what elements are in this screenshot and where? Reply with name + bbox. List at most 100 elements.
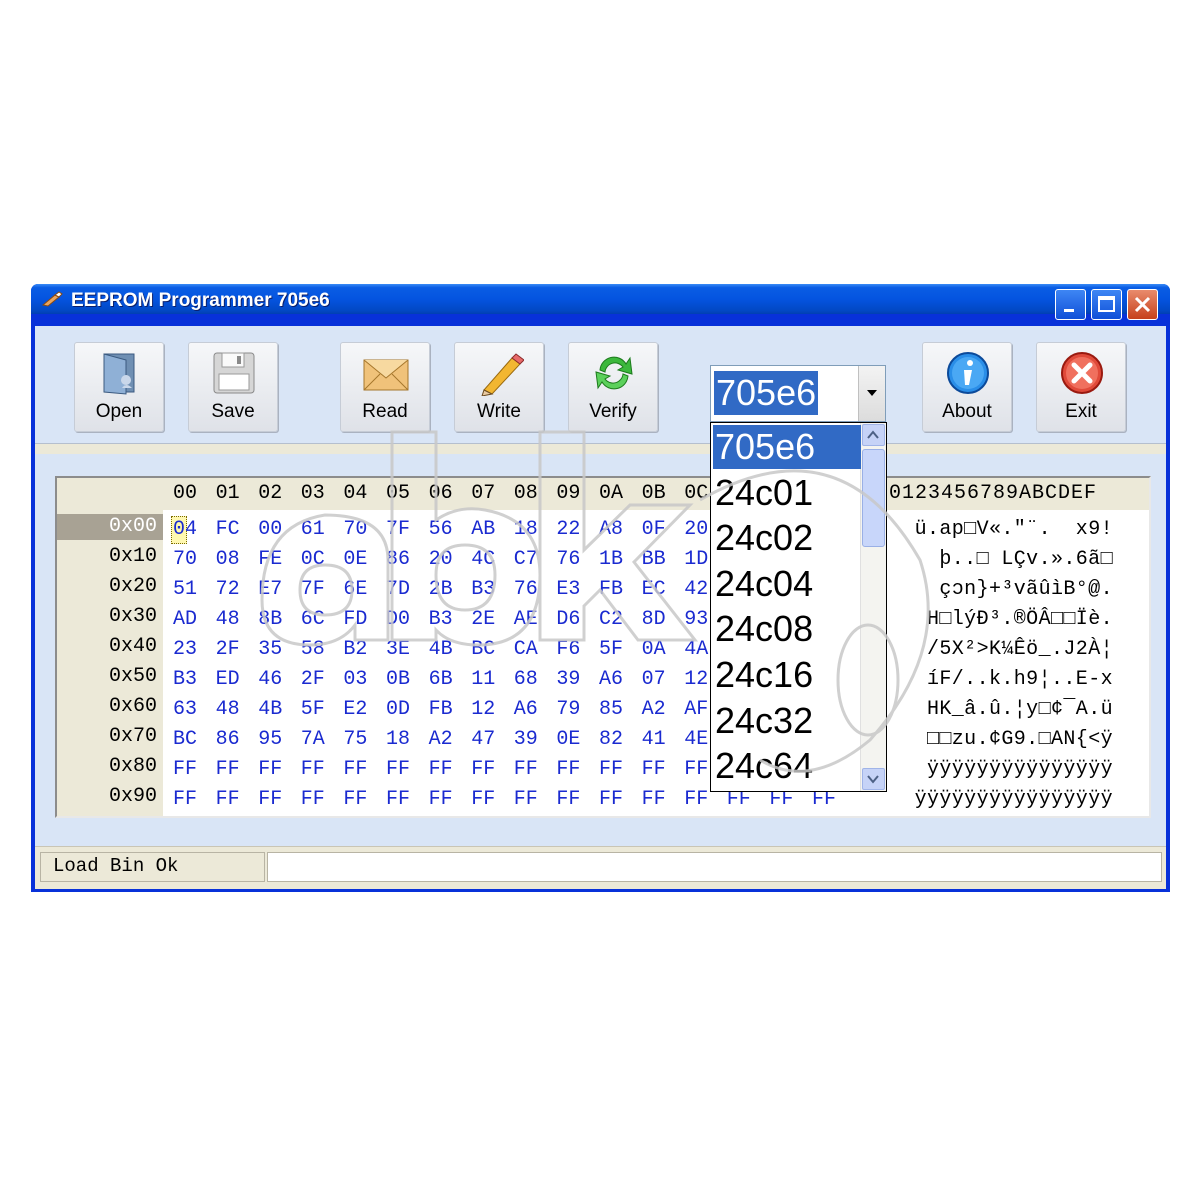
hex-byte-cell[interactable]: CA (514, 638, 538, 661)
hex-byte-cell[interactable]: ED (216, 668, 240, 691)
hex-byte-cell[interactable]: 22 (556, 518, 580, 541)
hex-byte-cell[interactable]: 2F (301, 668, 325, 691)
hex-byte-cell[interactable]: 56 (429, 518, 453, 541)
hex-editor-grid[interactable]: 0123456789ABCDEF 00 01 02 03 04 05 06 07 08 09 0A 0… (55, 476, 1151, 818)
hex-byte-cell[interactable]: 20 (684, 518, 708, 541)
hex-byte-cell[interactable]: 7F (301, 578, 325, 601)
hex-byte-cell[interactable]: 4B (429, 638, 453, 661)
scrollbar-thumb[interactable] (862, 449, 885, 547)
write-button[interactable]: Write (454, 342, 544, 432)
hex-byte-cell[interactable]: 0F (642, 518, 666, 541)
hex-byte-cell[interactable]: FF (429, 758, 453, 781)
hex-byte-cell[interactable]: 4E (684, 728, 708, 751)
maximize-button[interactable] (1091, 289, 1122, 320)
hex-byte-cell[interactable]: 61 (301, 518, 325, 541)
dropdown-scrollbar[interactable] (860, 423, 886, 791)
hex-byte-cell[interactable]: 86 (216, 728, 240, 751)
hex-byte-cell[interactable]: 76 (556, 548, 580, 571)
hex-byte-cell[interactable]: A8 (599, 518, 623, 541)
hex-byte-cell[interactable]: C2 (599, 608, 623, 631)
hex-byte-cell[interactable]: 35 (258, 638, 282, 661)
hex-byte-cell[interactable]: 12 (684, 668, 708, 691)
hex-byte-cell[interactable]: 4C (471, 548, 495, 571)
hex-byte-cell[interactable]: 4B (258, 698, 282, 721)
hex-byte-cell[interactable]: A6 (599, 668, 623, 691)
hex-byte-cell[interactable]: AE (514, 608, 538, 631)
hex-byte-cell[interactable]: FF (599, 788, 623, 811)
hex-byte-cell[interactable]: 6E (343, 578, 367, 601)
chip-type-combobox[interactable]: 705e6 (710, 365, 886, 422)
hex-byte-cell[interactable]: 51 (173, 578, 197, 601)
hex-byte-cell[interactable]: 95 (258, 728, 282, 751)
hex-byte-cell[interactable]: 2E (471, 608, 495, 631)
hex-byte-cell[interactable]: FF (386, 788, 410, 811)
hex-byte-cell[interactable]: FB (599, 578, 623, 601)
hex-byte-cell[interactable]: FF (684, 788, 708, 811)
dropdown-option[interactable]: 24c64 (713, 744, 861, 788)
hex-byte-cell[interactable]: FC (216, 518, 240, 541)
hex-byte-cell[interactable]: A2 (642, 698, 666, 721)
hex-byte-cell[interactable]: AD (173, 608, 197, 631)
hex-byte-cell[interactable]: E7 (258, 578, 282, 601)
hex-byte-cell[interactable]: 82 (599, 728, 623, 751)
hex-byte-cell[interactable]: 63 (173, 698, 197, 721)
hex-byte-cell[interactable]: 0D (386, 698, 410, 721)
hex-byte-cell[interactable]: FF (216, 788, 240, 811)
hex-byte-cell[interactable]: 00 (258, 518, 282, 541)
hex-byte-cell[interactable]: FF (684, 758, 708, 781)
hex-byte-cell[interactable]: EC (642, 578, 666, 601)
hex-byte-cell[interactable]: E2 (343, 698, 367, 721)
dropdown-option[interactable]: 24c32 (713, 699, 861, 743)
hex-byte-cell[interactable]: FF (343, 758, 367, 781)
hex-byte-cell[interactable]: 58 (301, 638, 325, 661)
hex-byte-cell[interactable]: F6 (556, 638, 580, 661)
hex-byte-cell[interactable]: FF (599, 758, 623, 781)
save-button[interactable]: Save (188, 342, 278, 432)
hex-byte-cell[interactable]: FF (216, 758, 240, 781)
hex-byte-cell[interactable]: B3 (429, 608, 453, 631)
hex-byte-cell[interactable]: 72 (216, 578, 240, 601)
hex-byte-cell[interactable]: BB (642, 548, 666, 571)
hex-byte-cell[interactable]: FE (258, 548, 282, 571)
hex-byte-cell[interactable]: 1D (684, 548, 708, 571)
hex-byte-cell[interactable]: 04 (173, 518, 197, 541)
hex-byte-cell[interactable]: FF (429, 788, 453, 811)
hex-byte-cell[interactable]: AB (471, 518, 495, 541)
hex-byte-cell[interactable]: 7D (386, 578, 410, 601)
hex-byte-cell[interactable]: 6B (429, 668, 453, 691)
hex-byte-cell[interactable]: 0E (343, 548, 367, 571)
hex-byte-cell[interactable]: 2F (216, 638, 240, 661)
hex-byte-cell[interactable]: FF (556, 788, 580, 811)
scroll-down-arrow-icon[interactable] (862, 768, 885, 790)
read-button[interactable]: Read (340, 342, 430, 432)
hex-byte-cell[interactable]: 18 (386, 728, 410, 751)
hex-byte-cell[interactable]: AF (684, 698, 708, 721)
hex-byte-cell[interactable]: 0B (386, 668, 410, 691)
hex-byte-cell[interactable]: D0 (386, 608, 410, 631)
hex-byte-cell[interactable]: 39 (556, 668, 580, 691)
hex-byte-cell[interactable]: C7 (514, 548, 538, 571)
hex-byte-cell[interactable]: FF (642, 788, 666, 811)
scroll-up-arrow-icon[interactable] (862, 424, 885, 446)
verify-button[interactable]: Verify (568, 342, 658, 432)
hex-byte-cell[interactable]: 85 (599, 698, 623, 721)
hex-byte-cell[interactable]: 47 (471, 728, 495, 751)
hex-byte-cell[interactable]: 0C (301, 548, 325, 571)
dropdown-option[interactable]: 24c01 (713, 471, 861, 515)
hex-byte-cell[interactable]: 2B (429, 578, 453, 601)
exit-button[interactable]: Exit (1036, 342, 1126, 432)
dropdown-option[interactable]: 705e6 (713, 425, 861, 469)
hex-byte-cell[interactable]: 23 (173, 638, 197, 661)
hex-byte-cell[interactable]: 07 (642, 668, 666, 691)
dropdown-option[interactable]: 24c08 (713, 607, 861, 651)
hex-byte-cell[interactable]: 7A (301, 728, 325, 751)
hex-byte-cell[interactable]: FF (471, 788, 495, 811)
hex-byte-cell[interactable]: 12 (471, 698, 495, 721)
hex-byte-cell[interactable]: 5F (301, 698, 325, 721)
hex-byte-cell[interactable]: FF (514, 788, 538, 811)
hex-byte-cell[interactable]: 20 (429, 548, 453, 571)
hex-byte-cell[interactable]: 93 (684, 608, 708, 631)
dropdown-option[interactable]: 24c04 (713, 562, 861, 606)
hex-byte-cell[interactable]: 48 (216, 698, 240, 721)
hex-byte-cell[interactable]: FF (258, 758, 282, 781)
